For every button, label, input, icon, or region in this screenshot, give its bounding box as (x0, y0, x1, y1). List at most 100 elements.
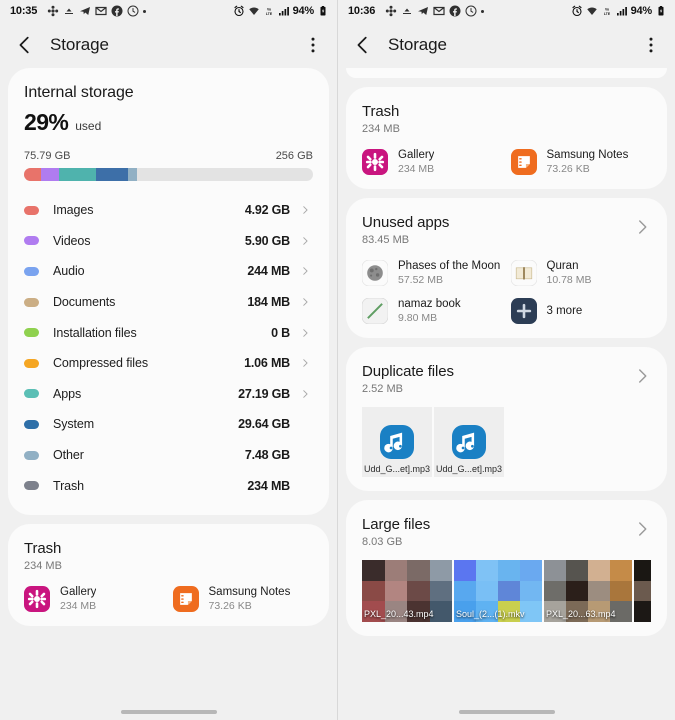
duplicate-file-name: Udd_G...et].mp3 (363, 464, 431, 474)
app-name: Samsung Notes (546, 149, 629, 161)
category-label: Compressed files (53, 356, 148, 371)
samsung-notes-icon (510, 149, 537, 175)
large-files-header: Large files 8.03 GB (362, 516, 651, 548)
large-file-thumbnail[interactable]: Soul_(2...(1).mkv (454, 560, 542, 622)
category-chevron[interactable] (297, 356, 313, 370)
back-icon[interactable] (14, 34, 36, 56)
storage-category-row[interactable]: Audio 244 MB (24, 256, 313, 287)
app-info: Samsung Notes 73.26 KB (547, 149, 629, 175)
page-title: Storage (50, 35, 109, 54)
storage-category-row: System 29.64 GB (24, 409, 313, 440)
duplicate-file-thumbnail[interactable]: Udd_G...et].mp3 (434, 407, 504, 477)
status-clock: 10:36 (348, 5, 376, 17)
category-chevron[interactable] (297, 295, 313, 309)
app-size: 10.78 MB (546, 274, 592, 286)
volte-icon: VoLTE (603, 8, 610, 16)
category-chevron[interactable] (297, 264, 313, 278)
app-list-item[interactable]: Samsung Notes 73.26 KB (510, 149, 652, 175)
more-options-icon[interactable] (303, 35, 323, 55)
category-label: Videos (53, 233, 91, 248)
more-options-icon[interactable] (641, 35, 661, 55)
chevron-right-icon[interactable] (633, 218, 651, 236)
gesture-bar-left (0, 710, 337, 714)
duplicate-files-subtitle: 2.52 MB (362, 383, 403, 395)
telegram-icon (80, 7, 91, 15)
dot-indicator (481, 9, 485, 13)
large-files-card[interactable]: Large files 8.03 GB PXL_20...43.mp4 Soul_… (346, 500, 667, 636)
large-file-name: Soul_(2...(1).mkv (456, 609, 525, 619)
gallery-icon (24, 585, 50, 612)
app-list-item[interactable]: Quran 10.78 MB (510, 260, 652, 286)
battery-percent: 94% (292, 5, 315, 17)
scroll-area-left[interactable]: Internal storage 29% used 75.79 GB 256 G… (0, 68, 337, 720)
duplicate-files-card[interactable]: Duplicate files 2.52 MB Udd_G...et].mp3 U… (346, 347, 667, 491)
storage-category-row[interactable]: Compressed files 1.06 MB (24, 348, 313, 379)
category-color-dot (24, 358, 39, 368)
storage-category-row[interactable]: Apps 27.19 GB (24, 379, 313, 410)
duplicate-file-thumbnail[interactable]: Udd_G...et].mp3 (362, 407, 432, 477)
trash-subtitle: 234 MB (362, 123, 400, 135)
large-file-thumbnail[interactable] (634, 560, 651, 622)
unused-apps-grid: Phases of the Moon 57.52 MB Quran 10.78 MB n… (362, 260, 651, 324)
app-list-item[interactable]: Phases of the Moon 57.52 MB (362, 260, 503, 286)
category-chevron[interactable] (297, 387, 313, 401)
category-color-dot (24, 389, 39, 399)
scroll-area-right[interactable]: Trash 234 MB Gallery 234 MB Samsung Notes 7… (338, 68, 675, 720)
status-bar-left-group-2: 10:36 (348, 5, 571, 17)
duplicate-files-header-text: Duplicate files 2.52 MB (362, 363, 633, 395)
large-file-thumbnail[interactable]: PXL_20...63.mp4 (544, 560, 632, 622)
svg-text:LTE: LTE (265, 12, 272, 16)
back-icon[interactable] (352, 34, 374, 56)
app-list-item[interactable]: namaz book 9.80 MB (362, 298, 503, 324)
category-chevron[interactable] (297, 234, 313, 248)
chevron-right-icon[interactable] (633, 367, 651, 385)
chevron-right-icon[interactable] (300, 234, 310, 248)
trash-card-right[interactable]: Trash 234 MB Gallery 234 MB Samsung Notes 7… (346, 87, 667, 189)
app-bar-right: Storage (338, 22, 675, 68)
status-bar-right-group-2: Vo LTE 94% (571, 5, 667, 17)
storage-category-row[interactable]: Images 4.92 GB (24, 195, 313, 226)
category-size: 184 MB (247, 295, 290, 310)
chevron-right-icon[interactable] (300, 264, 310, 278)
app-list-item[interactable]: Samsung Notes 73.26 KB (172, 585, 314, 612)
category-color-dot (24, 297, 39, 307)
app-list-item[interactable]: 3 more (510, 298, 652, 324)
category-color-dot (24, 236, 39, 246)
trash-app-grid: Gallery 234 MB Samsung Notes 73.26 KB (362, 149, 651, 175)
storage-category-row[interactable]: Installation files 0 B (24, 317, 313, 348)
cloud-app-icon (65, 8, 74, 14)
storage-category-row: Trash 234 MB (24, 470, 313, 501)
storage-usage-bar (24, 168, 313, 181)
app-bar-left: Storage (0, 22, 337, 68)
battery-icon (658, 6, 664, 16)
category-size: 234 MB (247, 478, 290, 493)
large-file-thumbnail[interactable]: PXL_20...43.mp4 (362, 560, 452, 622)
app-name: Quran (546, 260, 579, 272)
category-chevron[interactable] (297, 326, 313, 340)
storage-category-row[interactable]: Documents 184 MB (24, 287, 313, 318)
app-name: Gallery (60, 585, 97, 598)
app-list-item[interactable]: Gallery 234 MB (24, 585, 165, 612)
trash-card-left[interactable]: Trash 234 MB Gallery 234 MB Samsung Notes 7… (8, 523, 329, 626)
clock-circle-icon (127, 5, 139, 17)
category-color-dot (24, 450, 39, 460)
status-bar-left-group: 10:35 (10, 5, 233, 17)
category-chevron[interactable] (297, 203, 313, 217)
app-list-item[interactable]: Gallery 234 MB (362, 149, 503, 175)
storage-category-row[interactable]: Videos 5.90 GB (24, 226, 313, 257)
chevron-right-icon[interactable] (633, 520, 651, 538)
chevron-right-icon[interactable] (300, 295, 310, 309)
status-bar-left: 10:35 Vo LTE 94% (0, 0, 337, 22)
chevron-right-icon[interactable] (300, 356, 310, 370)
duplicate-files-header: Duplicate files 2.52 MB (362, 363, 651, 395)
category-label: System (53, 417, 95, 432)
chevron-right-icon[interactable] (300, 203, 310, 217)
status-bar-right-group: Vo LTE 94% (233, 5, 329, 17)
unused-apps-card[interactable]: Unused apps 83.45 MB Phases of the Moon 5… (346, 198, 667, 338)
category-label: Installation files (53, 325, 137, 340)
cloud-app-icon (403, 8, 412, 14)
chevron-right-icon[interactable] (300, 326, 310, 340)
bar-segment-system (96, 168, 128, 181)
chevron-right-icon[interactable] (300, 387, 310, 401)
category-size: 0 B (271, 325, 290, 340)
